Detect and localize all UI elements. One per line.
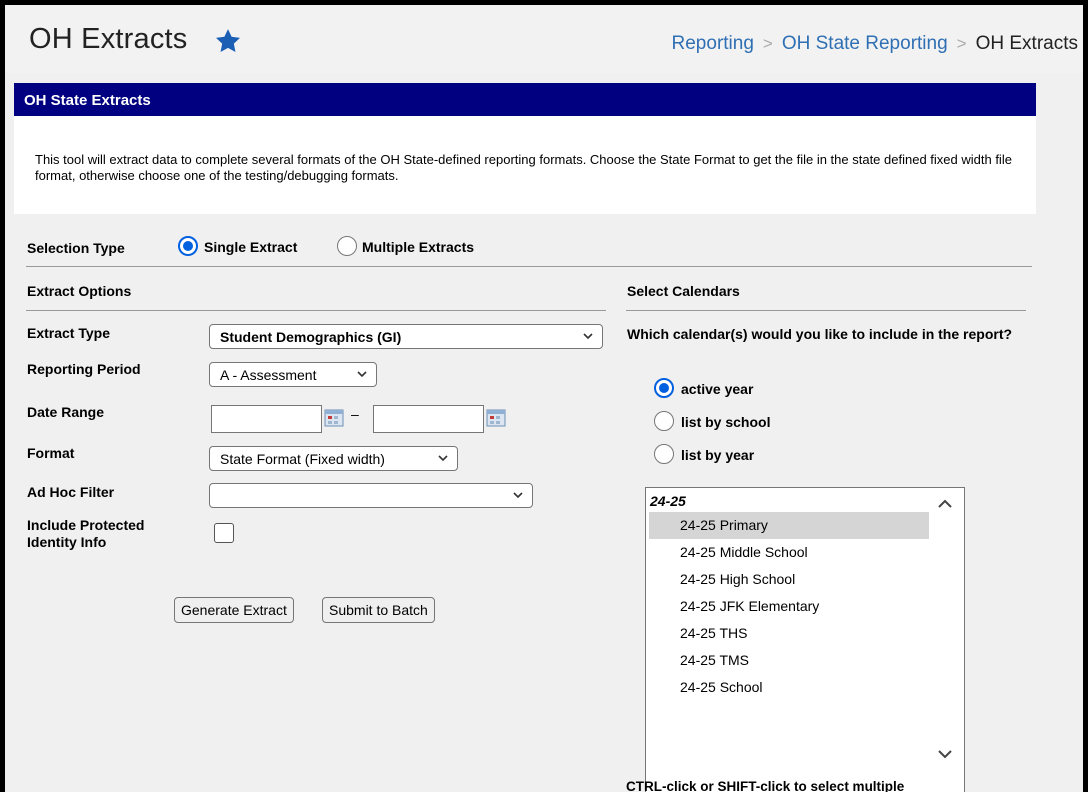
reporting-period-label: Reporting Period: [27, 361, 141, 377]
scroll-up-icon[interactable]: [937, 498, 953, 510]
extract-type-select[interactable]: Student Demographics (GI): [209, 324, 603, 349]
active-year-label[interactable]: active year: [681, 381, 753, 397]
format-value: State Format (Fixed width): [220, 451, 385, 467]
date-range-label: Date Range: [27, 404, 105, 420]
extract-panel: OH State Extracts This tool will extract…: [14, 83, 1036, 792]
calendar-prompt: Which calendar(s) would you like to incl…: [627, 326, 1013, 342]
protected-identity-label: Include Protected Identity Info: [27, 517, 144, 551]
chevron-down-icon: [583, 333, 593, 340]
ad-hoc-filter-select[interactable]: [209, 483, 533, 508]
list-by-year-label[interactable]: list by year: [681, 447, 754, 463]
submit-to-batch-button[interactable]: Submit to Batch: [322, 597, 435, 623]
breadcrumb-reporting[interactable]: Reporting: [672, 33, 754, 54]
extract-type-value: Student Demographics (GI): [220, 329, 402, 345]
protected-identity-label-line1: Include Protected: [27, 517, 145, 533]
calendar-option[interactable]: 24-25 Primary: [649, 512, 929, 539]
end-date-input[interactable]: [373, 405, 484, 433]
ad-hoc-filter-label: Ad Hoc Filter: [27, 484, 115, 500]
calendar-option[interactable]: 24-25 Middle School: [649, 539, 929, 566]
single-extract-label[interactable]: Single Extract: [204, 239, 297, 255]
breadcrumb-current: OH Extracts: [975, 33, 1078, 54]
chevron-down-icon: [357, 371, 367, 378]
calendar-option[interactable]: 24-25 High School: [649, 566, 929, 593]
multiple-extracts-label[interactable]: Multiple Extracts: [362, 239, 474, 255]
format-select[interactable]: State Format (Fixed width): [209, 446, 458, 471]
calendar-option[interactable]: 24-25 TMS: [649, 647, 929, 674]
scroll-down-icon[interactable]: [937, 748, 953, 760]
divider: [626, 310, 1026, 311]
extract-form: Selection Type Single Extract Multiple E…: [14, 214, 1036, 792]
generate-extract-button[interactable]: Generate Extract: [174, 597, 294, 623]
panel-title: OH State Extracts: [14, 83, 1036, 116]
panel-description: This tool will extract data to complete …: [14, 116, 1036, 214]
page-title: OH Extracts: [29, 23, 188, 55]
list-by-school-radio[interactable]: [654, 411, 674, 431]
protected-identity-checkbox[interactable]: [214, 523, 234, 543]
star-icon[interactable]: [213, 27, 243, 55]
extract-type-label: Extract Type: [27, 325, 110, 341]
chevron-down-icon: [438, 455, 448, 462]
calendar-listbox[interactable]: 24-25 24-25 Primary 24-25 Middle School …: [645, 487, 965, 792]
multiple-extracts-radio[interactable]: [337, 236, 357, 256]
calendar-option[interactable]: 24-25 THS: [649, 620, 929, 647]
calendar-hint: CTRL-click or SHIFT-click to select mult…: [626, 779, 905, 792]
chevron-down-icon: [513, 492, 523, 499]
selection-type-label: Selection Type: [27, 240, 125, 256]
select-calendars-heading: Select Calendars: [627, 283, 740, 299]
extract-options-heading: Extract Options: [27, 283, 132, 299]
single-extract-radio[interactable]: [178, 236, 198, 256]
chevron-right-icon: >: [762, 34, 773, 53]
list-by-year-radio[interactable]: [654, 444, 674, 464]
list-by-school-label[interactable]: list by school: [681, 414, 770, 430]
protected-identity-label-line2: Identity Info: [27, 534, 107, 550]
breadcrumb: Reporting > OH State Reporting > OH Extracts: [672, 33, 1078, 55]
start-date-input[interactable]: [211, 405, 322, 433]
chevron-right-icon: >: [956, 34, 967, 53]
breadcrumb-oh-state-reporting[interactable]: OH State Reporting: [782, 33, 948, 54]
calendar-icon[interactable]: [324, 409, 344, 427]
page-header: OH Extracts Reporting > OH State Reporting…: [5, 5, 1083, 73]
reporting-period-select[interactable]: A - Assessment: [209, 362, 377, 387]
calendar-option[interactable]: 24-25 JFK Elementary: [649, 593, 929, 620]
app-window: OH Extracts Reporting > OH State Reporting…: [0, 0, 1088, 792]
divider: [26, 310, 606, 311]
format-label: Format: [27, 445, 75, 461]
reporting-period-value: A - Assessment: [220, 367, 317, 383]
calendar-option[interactable]: 24-25 School: [649, 674, 929, 701]
divider: [26, 266, 1032, 267]
date-range-separator: –: [351, 406, 359, 422]
active-year-radio[interactable]: [654, 378, 674, 398]
calendar-icon[interactable]: [486, 409, 506, 427]
calendar-group-label: 24-25: [650, 493, 686, 509]
